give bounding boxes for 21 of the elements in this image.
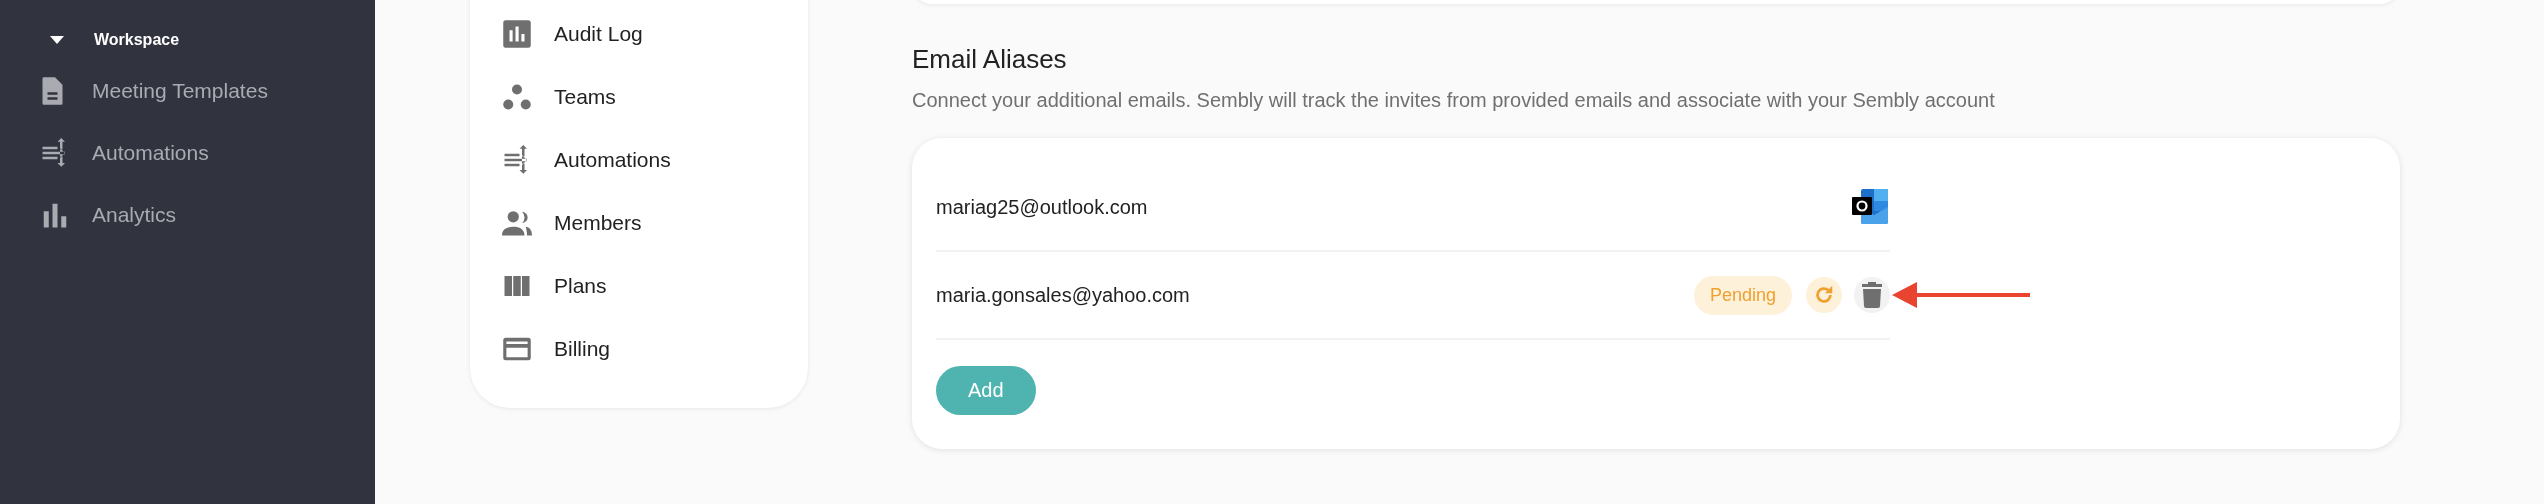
mail-app-icon (1852, 188, 1890, 226)
section-description: Connect your additional emails. Sembly will track the invites from provided emails and associate with your Sembly account (912, 89, 1996, 112)
menu-item[interactable]: Plans (470, 254, 808, 317)
trash-icon (1862, 282, 1882, 308)
email-address: maria.gonsales@yahoo.com (936, 283, 1191, 307)
sidebar-section-toggle[interactable]: Workspace (40, 26, 375, 54)
section-title: Email Aliases (912, 44, 1068, 75)
menu-item[interactable]: Members (470, 191, 808, 254)
delete-button[interactable] (1854, 277, 1890, 313)
menu-item[interactable]: Automations (470, 128, 808, 191)
sidebar-item[interactable]: Analytics (40, 190, 375, 240)
sidebar-item[interactable]: Automations (40, 128, 375, 178)
menu-item[interactable]: Teams (470, 65, 808, 128)
menu-item[interactable]: Audit Log (470, 2, 808, 65)
caret-icon (50, 35, 64, 45)
chart-icon (502, 18, 532, 49)
email-address: mariag25@outlook.com (936, 195, 1149, 219)
refresh-icon (1813, 284, 1835, 306)
status-badge: Pending (1693, 275, 1792, 315)
menu-item[interactable]: Billing (470, 317, 808, 380)
sidebar-item[interactable]: Meeting Templates (40, 66, 375, 116)
